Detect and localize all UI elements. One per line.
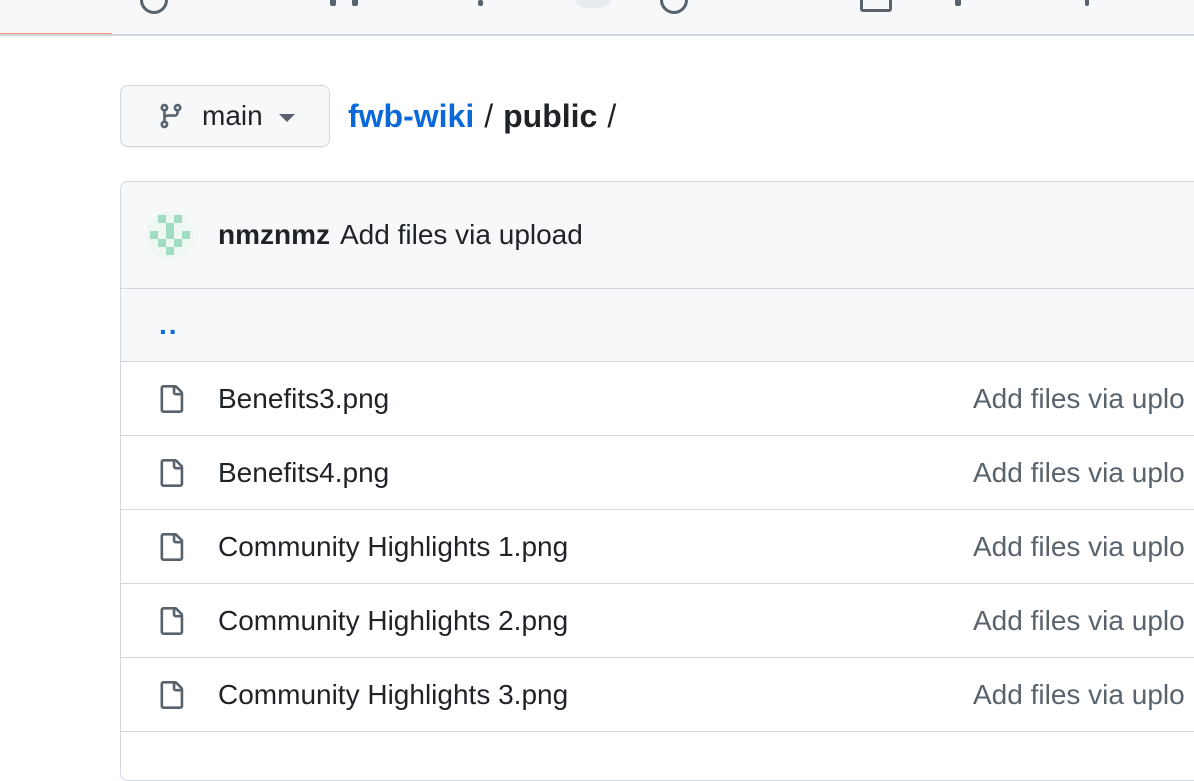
file-row[interactable]: Benefits3.png Add files via uplo — [121, 362, 1194, 436]
tab-icon-fragment — [140, 0, 168, 14]
git-branch-icon — [160, 103, 182, 129]
tab-icon-fragment — [352, 0, 358, 6]
file-row[interactable]: Community Highlights 2.png Add files via… — [121, 584, 1194, 658]
breadcrumb: fwb-wiki / public / — [348, 96, 626, 136]
file-commit-message-link[interactable]: Add files via uplo — [973, 605, 1185, 637]
commit-author-link[interactable]: nmznmz — [218, 219, 330, 251]
tab-icon-fragment — [330, 0, 336, 6]
file-name-link[interactable]: Community Highlights 3.png — [218, 679, 568, 711]
breadcrumb-repo-link[interactable]: fwb-wiki — [348, 98, 474, 135]
repo-nav-tabs — [0, 0, 1194, 36]
file-row[interactable]: Benefits4.png Add files via uplo — [121, 436, 1194, 510]
tab-counter-badge — [573, 0, 613, 8]
breadcrumb-current-folder: public — [503, 97, 598, 134]
triangle-down-icon — [278, 114, 295, 122]
breadcrumb-separator: / — [484, 97, 494, 134]
active-tab-underline — [0, 33, 112, 34]
file-name-link[interactable]: Community Highlights 2.png — [218, 605, 568, 637]
file-icon — [160, 680, 184, 709]
file-name-link[interactable]: Benefits3.png — [218, 383, 389, 415]
tab-icon-fragment — [1085, 0, 1089, 6]
latest-commit-row: nmznmz Add files via upload — [121, 182, 1194, 289]
tab-icon-fragment — [955, 0, 961, 6]
file-row[interactable]: Community Highlights 3.png Add files via… — [121, 658, 1194, 732]
tab-icon-fragment — [660, 0, 688, 14]
parent-directory-row[interactable]: .. — [121, 289, 1194, 362]
file-row[interactable]: Community Highlights 1.png Add files via… — [121, 510, 1194, 584]
file-icon — [160, 606, 184, 635]
branch-name: main — [202, 100, 263, 131]
branch-selector-button[interactable]: main — [120, 85, 330, 147]
breadcrumb-trailing-separator: / — [607, 97, 617, 134]
file-commit-message-link[interactable]: Add files via uplo — [973, 531, 1185, 563]
tab-icon-fragment — [860, 0, 892, 12]
file-commit-message-link[interactable]: Add files via uplo — [973, 383, 1185, 415]
file-commit-message-link[interactable]: Add files via uplo — [973, 457, 1185, 489]
file-commit-message-link[interactable]: Add files via uplo — [973, 679, 1185, 711]
file-list-box: nmznmz Add files via upload .. Benefits3… — [120, 181, 1194, 781]
file-icon — [160, 532, 184, 561]
avatar[interactable] — [146, 211, 194, 259]
parent-directory-link[interactable]: .. — [159, 309, 179, 341]
file-name-link[interactable]: Benefits4.png — [218, 457, 389, 489]
commit-message-link[interactable]: Add files via upload — [340, 219, 583, 251]
file-icon — [160, 458, 184, 487]
file-icon — [160, 384, 184, 413]
file-name-link[interactable]: Community Highlights 1.png — [218, 531, 568, 563]
tab-icon-fragment — [478, 0, 483, 6]
